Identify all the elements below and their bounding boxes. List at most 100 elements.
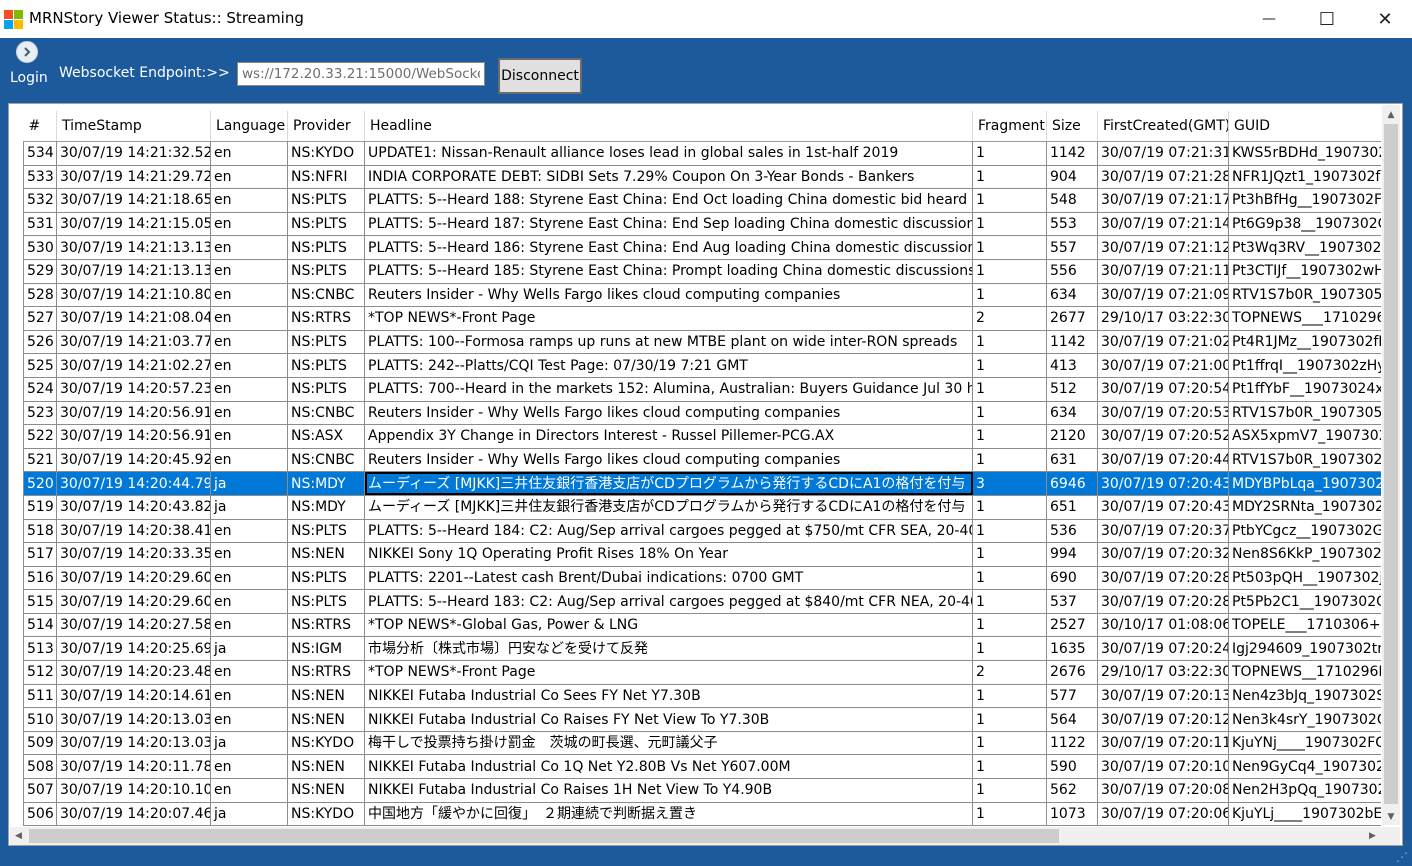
col-size-cell[interactable]: 631 <box>1046 447 1098 473</box>
col-fragment-cell[interactable]: 1 <box>972 683 1047 709</box>
horizontal-scrollbar[interactable]: ◀ ▶ <box>10 827 1382 845</box>
col-language-cell[interactable]: en <box>210 211 288 237</box>
col-size-cell[interactable]: 2677 <box>1046 306 1098 331</box>
vertical-scrollbar[interactable]: ▲ ▼ <box>1382 105 1400 825</box>
col-size-cell[interactable]: 994 <box>1046 542 1098 567</box>
col-language-cell[interactable]: en <box>210 707 288 732</box>
col-provider-cell[interactable]: NS:KYDO <box>287 730 365 756</box>
col-fragment-cell[interactable]: 1 <box>972 707 1047 732</box>
col-provider-cell[interactable]: NS:ASX <box>287 424 365 449</box>
col-firstcreated-cell[interactable]: 29/10/17 03:22:30 <box>1097 306 1229 331</box>
col-headline-cell[interactable]: *TOP NEWS*-Global Gas, Power & LNG <box>364 612 973 638</box>
table-row[interactable]: 534 30/07/19 14:21:32.520 en NS:KYDO UPDATE1… <box>23 141 1381 166</box>
col-fragment-cell[interactable]: 1 <box>972 778 1047 803</box>
col-size-cell[interactable]: 634 <box>1046 400 1098 426</box>
col-language-cell[interactable]: en <box>210 447 288 473</box>
col-size-cell[interactable]: 553 <box>1046 211 1098 237</box>
col-language-cell[interactable]: ja <box>210 636 288 662</box>
col-fragment-cell[interactable]: 1 <box>972 494 1047 520</box>
col-firstcreated-cell[interactable]: 30/07/19 07:21:28 <box>1097 164 1229 190</box>
table-row[interactable]: 522 30/07/19 14:20:56.912 en NS:ASX Appendix… <box>23 424 1381 449</box>
col-guid-cell[interactable]: KWS5rBDHd_1907302 <box>1228 141 1381 166</box>
col-fragment-cell[interactable]: 1 <box>972 565 1047 591</box>
scroll-right-icon[interactable]: ▶ <box>1364 827 1381 845</box>
col-headline-cell[interactable]: Appendix 3Y Change in Directors Interest… <box>364 424 973 449</box>
table-row[interactable]: 514 30/07/19 14:20:27.584 en NS:RTRS *TOP NE… <box>23 612 1381 638</box>
col-language-cell[interactable]: en <box>210 589 288 614</box>
col-provider-cell[interactable]: NS:NFRI <box>287 164 365 190</box>
col-number-cell[interactable]: 533 <box>23 164 57 190</box>
col-language-cell[interactable]: en <box>210 400 288 426</box>
col-headline-cell[interactable]: *TOP NEWS*-Front Page <box>364 660 973 685</box>
col-size-cell[interactable]: 577 <box>1046 683 1098 709</box>
col-firstcreated-cell[interactable]: 30/07/19 07:20:28 <box>1097 589 1229 614</box>
col-provider-cell[interactable]: NS:PLTS <box>287 258 365 284</box>
col-language-cell[interactable]: ja <box>210 494 288 520</box>
col-firstcreated-cell[interactable]: 30/07/19 07:21:31 <box>1097 141 1229 166</box>
col-headline-cell[interactable]: *TOP NEWS*-Front Page <box>364 306 973 331</box>
col-headline-cell[interactable]: Reuters Insider - Why Wells Fargo likes … <box>364 400 973 426</box>
col-size-cell[interactable]: 536 <box>1046 518 1098 544</box>
col-number-cell[interactable]: 519 <box>23 494 57 520</box>
col-timestamp-cell[interactable]: 30/07/19 14:21:13.130 <box>56 235 211 260</box>
col-language-cell[interactable]: en <box>210 164 288 190</box>
col-guid-cell[interactable]: PtbYCgcz__1907302GI <box>1228 518 1381 544</box>
col-headline-cell[interactable]: 市場分析〔株式市場〕円安などを受けて反発 <box>364 636 973 662</box>
col-timestamp-cell[interactable]: 30/07/19 14:20:45.928 <box>56 447 211 473</box>
col-fragment-cell[interactable]: 1 <box>972 211 1047 237</box>
col-provider-cell[interactable]: NS:IGM <box>287 636 365 662</box>
col-language-cell[interactable]: en <box>210 778 288 803</box>
col-number-cell[interactable]: 510 <box>23 707 57 732</box>
table-row[interactable]: 526 30/07/19 14:21:03.770 en NS:PLTS PLATTS:… <box>23 329 1381 355</box>
col-fragment-cell[interactable]: 1 <box>972 141 1047 166</box>
col-language-cell[interactable]: ja <box>210 730 288 756</box>
col-fragment-cell[interactable]: 1 <box>972 376 1047 402</box>
col-provider-cell[interactable]: NS:CNBC <box>287 282 365 308</box>
maximize-button[interactable]: ☐ <box>1304 0 1350 38</box>
col-number-cell[interactable]: 509 <box>23 730 57 756</box>
table-row[interactable]: 517 30/07/19 14:20:33.358 en NS:NEN NIKKEI S… <box>23 542 1381 567</box>
col-timestamp-cell[interactable]: 30/07/19 14:20:56.912 <box>56 400 211 426</box>
col-language-cell[interactable]: en <box>210 565 288 591</box>
col-guid-cell[interactable]: Pt3hBfHg__1907302Fk <box>1228 188 1381 213</box>
col-timestamp-cell[interactable]: 30/07/19 14:21:32.520 <box>56 141 211 166</box>
col-timestamp-cell[interactable]: 30/07/19 14:20:38.418 <box>56 518 211 544</box>
col-number-cell[interactable]: 513 <box>23 636 57 662</box>
col-timestamp-cell[interactable]: 30/07/19 14:20:10.108 <box>56 778 211 803</box>
col-timestamp-cell[interactable]: 30/07/19 14:20:44.798 <box>56 471 211 496</box>
col-provider-cell[interactable]: NS:NEN <box>287 683 365 709</box>
col-number-cell[interactable]: 518 <box>23 518 57 544</box>
col-guid-cell[interactable]: Pt5Pb2C1__1907302O <box>1228 589 1381 614</box>
col-timestamp-cell[interactable]: 30/07/19 14:20:29.609 <box>56 565 211 591</box>
col-provider-cell[interactable]: NS:CNBC <box>287 447 365 473</box>
col-size-cell[interactable]: 1073 <box>1046 801 1098 827</box>
col-timestamp-cell[interactable]: 30/07/19 14:21:13.130 <box>56 258 211 284</box>
col-size-cell[interactable]: 904 <box>1046 164 1098 190</box>
col-language-cell[interactable]: en <box>210 353 288 378</box>
col-number-cell[interactable]: 528 <box>23 282 57 308</box>
col-timestamp-cell[interactable]: 30/07/19 14:20:25.699 <box>56 636 211 662</box>
login-label[interactable]: Login <box>10 70 48 86</box>
col-provider-cell[interactable]: NS:KYDO <box>287 801 365 827</box>
col-size-cell[interactable]: 651 <box>1046 494 1098 520</box>
col-guid-cell[interactable]: Nen2H3pQq_1907302 <box>1228 778 1381 803</box>
col-firstcreated-cell[interactable]: 30/07/19 07:20:32 <box>1097 542 1229 567</box>
column-header-provider[interactable]: Provider <box>287 111 365 142</box>
col-number-cell[interactable]: 530 <box>23 235 57 260</box>
col-timestamp-cell[interactable]: 30/07/19 14:21:18.650 <box>56 188 211 213</box>
col-size-cell[interactable]: 512 <box>1046 376 1098 402</box>
col-headline-cell[interactable]: PLATTS: 5--Heard 185: Styrene East China… <box>364 258 973 284</box>
table-row[interactable]: 512 30/07/19 14:20:23.489 en NS:RTRS *TOP NE… <box>23 660 1381 685</box>
col-headline-cell[interactable]: PLATTS: 5--Heard 188: Styrene East China… <box>364 188 973 213</box>
col-provider-cell[interactable]: NS:PLTS <box>287 188 365 213</box>
col-language-cell[interactable]: en <box>210 376 288 402</box>
col-headline-cell[interactable]: NIKKEI Futaba Industrial Co 1Q Net Y2.80… <box>364 754 973 780</box>
col-language-cell[interactable]: ja <box>210 471 288 496</box>
col-number-cell[interactable]: 532 <box>23 188 57 213</box>
col-timestamp-cell[interactable]: 30/07/19 14:20:43.822 <box>56 494 211 520</box>
col-firstcreated-cell[interactable]: 30/07/19 07:20:37 <box>1097 518 1229 544</box>
horizontal-scroll-thumb[interactable] <box>29 829 1059 843</box>
col-language-cell[interactable]: en <box>210 612 288 638</box>
col-timestamp-cell[interactable]: 30/07/19 14:21:08.041 <box>56 306 211 331</box>
column-header-firstcreated[interactable]: FirstCreated(GMT) <box>1097 111 1229 142</box>
